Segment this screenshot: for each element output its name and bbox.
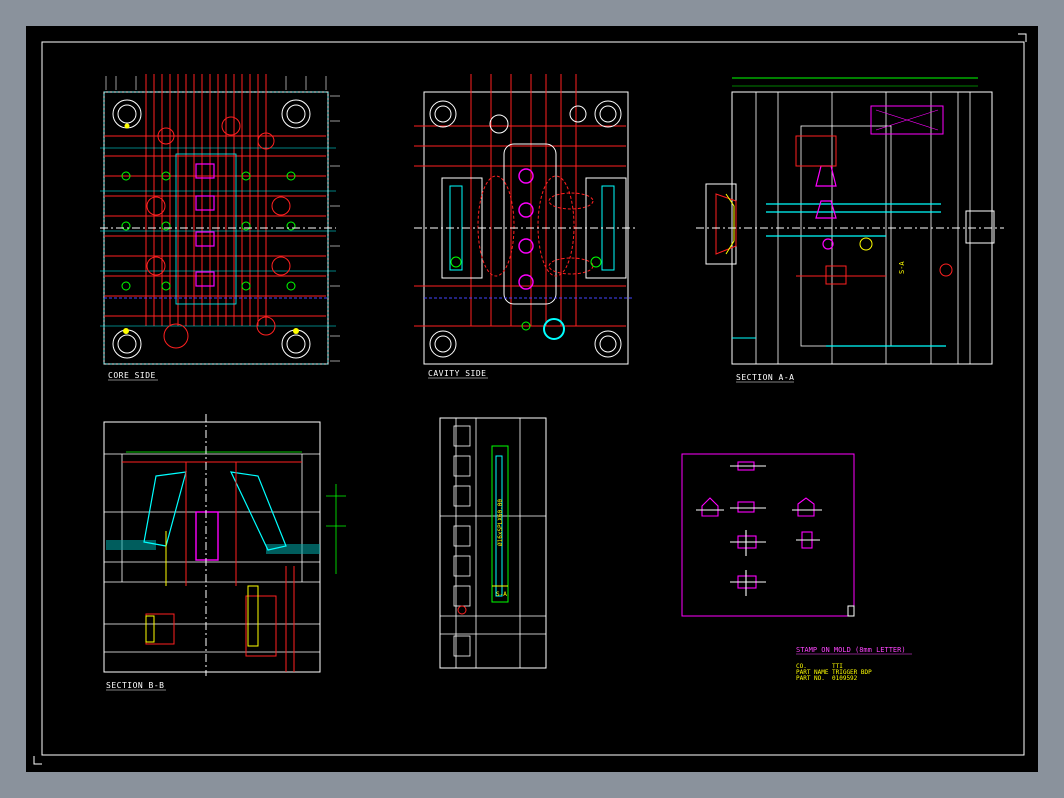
section-bb-label: SECTION B-B [106,681,164,690]
bb-red-dims [122,461,302,672]
cad-viewport[interactable]: CORE SIDE CAVITY SIDE S-A SECTION A-A SE… [26,26,1038,772]
core-side-view: CORE SIDE [100,74,340,381]
stamp-panel: STAMP ON MOLD (8mm LETTER) [681,453,912,655]
cavity-green-pins [450,256,602,331]
svg-text:S-A: S-A [496,591,507,598]
slide-detail-view: Ø16xSPLX60.00 S-A [439,417,547,669]
corner-mark-tr [1018,33,1027,42]
cavity-horizontal-leaders [414,125,626,327]
part-no-label: PART NO. [796,675,825,682]
corner-mark-bl [33,756,42,765]
svg-text:S-A: S-A [898,261,906,274]
cavity-corner-bushings [429,100,622,358]
section-aa-label: SECTION A-A [736,373,794,382]
core-horizontal-leaders [104,135,326,317]
stamp-symbols [696,461,822,596]
core-side-label: CORE SIDE [108,371,156,380]
aa-red-features [795,135,953,285]
svg-text:Ø16xSPLX60.00: Ø16xSPLX60.00 [497,499,504,546]
core-yellow-markers [123,123,299,334]
bb-yellow-features [145,531,259,647]
bb-cyan-fill [106,540,320,554]
part-info-block: CO. TTI PART NAME TRIGGER BDP PART NO. 0… [796,663,872,682]
cavity-side-label: CAVITY SIDE [428,369,486,378]
stamp-title: STAMP ON MOLD (8mm LETTER) [796,646,906,654]
section-aa-view: S-A SECTION A-A [696,77,1004,383]
section-bb-view: SECTION B-B [103,414,346,691]
part-no-value: 0109592 [832,675,858,682]
cavity-side-view: CAVITY SIDE [414,74,636,379]
core-corner-bushings [112,99,311,359]
core-vertical-leaders [145,74,267,326]
core-tick-marks [105,76,340,362]
cavity-insert [503,143,557,305]
core-inserts [195,163,215,287]
mold-drawing-sheet: CORE SIDE CAVITY SIDE S-A SECTION A-A SE… [33,33,1027,765]
bb-angled-pins [143,471,287,551]
aa-ejector-rods [766,203,946,347]
